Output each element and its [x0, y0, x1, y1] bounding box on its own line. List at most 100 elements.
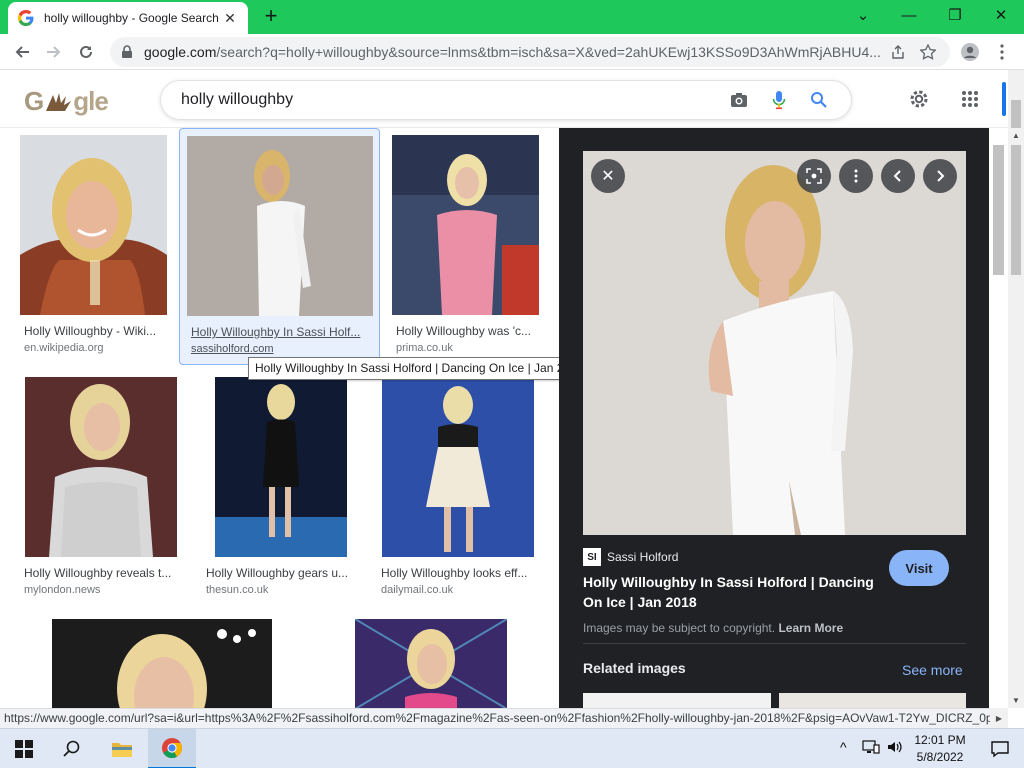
- preview-source[interactable]: SI Sassi Holford: [583, 548, 678, 566]
- url-host: google.com: [144, 44, 217, 60]
- taskbar-search-button[interactable]: [48, 729, 96, 768]
- previous-image-icon[interactable]: [881, 159, 915, 193]
- browser-menu-button[interactable]: [988, 38, 1016, 66]
- result-thumbnail[interactable]: [20, 135, 167, 315]
- tray-overflow-icon[interactable]: ^: [840, 739, 847, 755]
- close-window-button[interactable]: ✕: [978, 0, 1024, 30]
- result-title[interactable]: Holly Willoughby In Sassi Holf...: [191, 325, 367, 339]
- image-result-card[interactable]: Holly Willoughby reveals t... mylondon.n…: [20, 377, 180, 602]
- tab-search-button[interactable]: ⌄: [840, 0, 886, 30]
- page-scrollbar-thumb[interactable]: [1011, 100, 1021, 128]
- network-icon[interactable]: [862, 739, 880, 758]
- result-source: dailymail.co.uk: [381, 584, 454, 596]
- result-thumbnail[interactable]: [355, 619, 507, 708]
- forward-arrow-icon: [47, 46, 61, 58]
- clock-time: 12:01 PM: [914, 733, 966, 747]
- search-input[interactable]: [181, 91, 719, 109]
- result-title[interactable]: Holly Willoughby was 'c...: [396, 324, 536, 338]
- result-tooltip: Holly Willoughby In Sassi Holford | Danc…: [248, 357, 591, 380]
- system-clock[interactable]: 12:01 PM 5/8/2022: [908, 732, 972, 766]
- notifications-button[interactable]: [976, 729, 1024, 768]
- search-box[interactable]: [160, 80, 852, 120]
- window-scrollbar[interactable]: ▲ ▼: [1008, 128, 1024, 708]
- result-title[interactable]: Holly Willoughby - Wiki...: [24, 324, 164, 338]
- next-image-icon[interactable]: [923, 159, 957, 193]
- scroll-down-icon[interactable]: ▼: [1012, 696, 1020, 705]
- result-source: sassiholford.com: [191, 343, 274, 355]
- settings-gear-icon[interactable]: [906, 86, 932, 112]
- close-preview-icon[interactable]: ✕: [591, 159, 625, 193]
- microphone-icon[interactable]: [759, 80, 799, 120]
- share-icon[interactable]: [886, 40, 910, 64]
- start-button[interactable]: [0, 729, 48, 768]
- reload-icon: [80, 45, 92, 58]
- restore-button[interactable]: ❐: [932, 0, 978, 30]
- window-scrollbar-thumb[interactable]: [1011, 145, 1021, 275]
- forward-button[interactable]: [40, 38, 68, 66]
- reload-button[interactable]: [72, 38, 100, 66]
- copyright-text: Images may be subject to copyright.: [583, 621, 776, 635]
- scroll-right-icon[interactable]: ▶: [990, 708, 1008, 728]
- chrome-taskbar-button[interactable]: [148, 729, 196, 768]
- related-image-thumbnail[interactable]: [583, 693, 771, 708]
- image-result-card[interactable]: Holly Willoughby gears u... thesun.co.uk: [202, 377, 362, 602]
- camera-search-icon[interactable]: [719, 80, 759, 120]
- image-result-card[interactable]: [322, 619, 540, 708]
- image-result-card[interactable]: [20, 619, 302, 708]
- see-more-link[interactable]: See more: [902, 662, 963, 678]
- bookmark-star-icon[interactable]: [916, 40, 940, 64]
- result-thumbnail[interactable]: [382, 377, 534, 557]
- result-title[interactable]: Holly Willoughby gears u...: [206, 566, 356, 580]
- result-title[interactable]: Holly Willoughby looks eff...: [381, 566, 531, 580]
- image-result-card[interactable]: Holly Willoughby - Wiki... en.wikipedia.…: [20, 135, 170, 360]
- image-result-card[interactable]: Holly Willoughby looks eff... dailymail.…: [377, 377, 537, 602]
- panel-scrollbar[interactable]: [990, 128, 1008, 708]
- browser-toolbar: google.com/search?q=holly+willoughby&sou…: [0, 34, 1024, 70]
- lens-search-icon[interactable]: [797, 159, 831, 193]
- related-image-thumbnail[interactable]: [779, 693, 966, 708]
- minimize-button[interactable]: —: [886, 0, 932, 30]
- page-scrollbar[interactable]: [1008, 70, 1024, 128]
- more-options-icon[interactable]: [839, 159, 873, 193]
- url-path: /search?q=holly+willoughby&source=lnms&t…: [216, 44, 880, 60]
- result-thumbnail[interactable]: [52, 619, 272, 708]
- more-vert-icon: [1000, 44, 1004, 60]
- profile-avatar-icon: [961, 43, 979, 61]
- image-result-card-selected[interactable]: Holly Willoughby In Sassi Holf... sassih…: [179, 128, 380, 365]
- image-result-card[interactable]: Holly Willoughby was 'c... prima.co.uk: [392, 135, 542, 360]
- search-icon[interactable]: [799, 80, 839, 120]
- volume-icon[interactable]: [886, 739, 904, 758]
- result-title[interactable]: Holly Willoughby reveals t...: [24, 566, 174, 580]
- preview-photo: [583, 151, 966, 535]
- doodle-hand-icon: [46, 93, 72, 112]
- panel-scrollbar-thumb[interactable]: [993, 145, 1004, 275]
- result-source: prima.co.uk: [396, 342, 453, 354]
- title-bar: holly willoughby - Google Search ✕ + ⌄ —…: [0, 0, 1024, 34]
- result-source: thesun.co.uk: [206, 584, 269, 596]
- result-photo: [20, 135, 167, 315]
- new-tab-button[interactable]: +: [258, 4, 284, 30]
- google-header: Ggle: [0, 70, 1008, 128]
- scroll-up-icon[interactable]: ▲: [1012, 131, 1020, 140]
- result-thumbnail[interactable]: [215, 377, 347, 557]
- browser-tab[interactable]: holly willoughby - Google Search ✕: [8, 2, 248, 34]
- address-bar[interactable]: google.com/search?q=holly+willoughby&sou…: [110, 37, 950, 67]
- learn-more-link[interactable]: Learn More: [778, 621, 843, 635]
- preview-image[interactable]: [583, 151, 966, 535]
- google-doodle-logo[interactable]: Ggle: [24, 86, 109, 117]
- result-thumbnail[interactable]: [187, 136, 373, 316]
- profile-button[interactable]: [956, 38, 984, 66]
- apps-grid-icon[interactable]: [957, 86, 983, 112]
- back-button[interactable]: [8, 38, 36, 66]
- preview-title[interactable]: Holly Willoughby In Sassi Holford | Danc…: [583, 572, 883, 612]
- result-thumbnail[interactable]: [25, 377, 177, 557]
- result-thumbnail[interactable]: [392, 135, 539, 315]
- source-name[interactable]: Sassi Holford: [607, 550, 678, 564]
- divider: [583, 643, 966, 644]
- clock-date: 5/8/2022: [916, 750, 964, 764]
- tab-close-icon[interactable]: ✕: [222, 10, 238, 27]
- result-photo: [215, 377, 347, 557]
- file-explorer-button[interactable]: [98, 729, 146, 768]
- sign-in-edge[interactable]: [1002, 82, 1006, 116]
- visit-button[interactable]: Visit: [889, 550, 949, 586]
